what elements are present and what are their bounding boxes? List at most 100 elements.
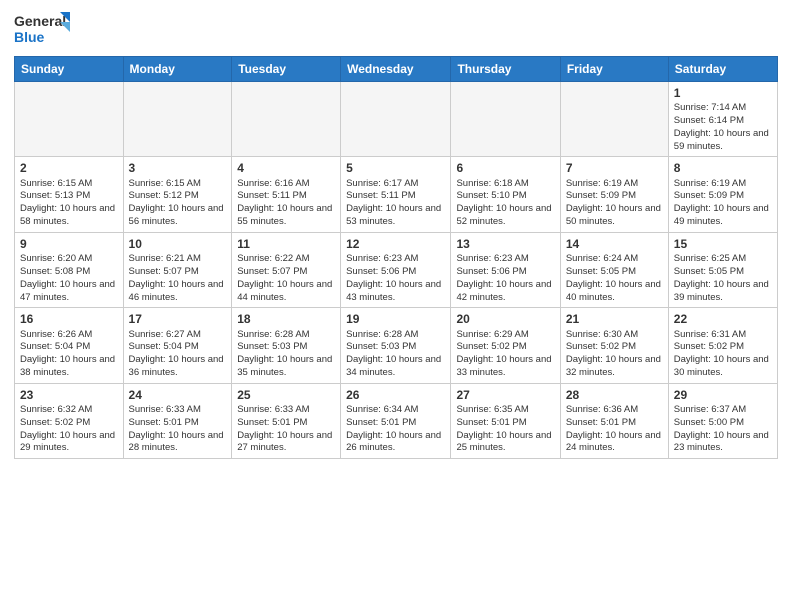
calendar-day: 17Sunrise: 6:27 AMSunset: 5:04 PMDayligh… (123, 308, 232, 383)
header-saturday: Saturday (668, 57, 777, 82)
day-number: 21 (566, 311, 663, 327)
day-info: Sunset: 5:02 PM (20, 417, 118, 430)
day-info: Sunset: 5:07 PM (237, 266, 335, 279)
day-number: 11 (237, 236, 335, 252)
day-info: Sunrise: 6:17 AM (346, 178, 445, 191)
day-number: 1 (674, 85, 772, 101)
day-info: Sunrise: 6:15 AM (129, 178, 227, 191)
day-info: Daylight: 10 hours and 55 minutes. (237, 203, 335, 229)
day-info: Daylight: 10 hours and 32 minutes. (566, 354, 663, 380)
day-info: Sunrise: 6:26 AM (20, 329, 118, 342)
day-info: Daylight: 10 hours and 59 minutes. (674, 128, 772, 154)
day-info: Sunrise: 6:33 AM (129, 404, 227, 417)
day-info: Sunrise: 6:23 AM (456, 253, 554, 266)
day-info: Sunset: 5:05 PM (674, 266, 772, 279)
header-sunday: Sunday (15, 57, 124, 82)
day-info: Sunset: 5:01 PM (237, 417, 335, 430)
day-number: 24 (129, 387, 227, 403)
calendar-day: 3Sunrise: 6:15 AMSunset: 5:12 PMDaylight… (123, 157, 232, 232)
calendar-day: 19Sunrise: 6:28 AMSunset: 5:03 PMDayligh… (341, 308, 451, 383)
day-info: Sunrise: 6:21 AM (129, 253, 227, 266)
calendar-day: 22Sunrise: 6:31 AMSunset: 5:02 PMDayligh… (668, 308, 777, 383)
day-info: Sunset: 5:02 PM (566, 341, 663, 354)
day-number: 29 (674, 387, 772, 403)
day-info: Daylight: 10 hours and 46 minutes. (129, 279, 227, 305)
day-info: Sunset: 5:07 PM (129, 266, 227, 279)
day-info: Sunrise: 6:27 AM (129, 329, 227, 342)
calendar-day: 23Sunrise: 6:32 AMSunset: 5:02 PMDayligh… (15, 383, 124, 458)
header-tuesday: Tuesday (232, 57, 341, 82)
calendar-day: 21 Sunrise: 6:30 AMSunset: 5:02 PMDayligh… (560, 308, 668, 383)
day-info: Sunset: 5:00 PM (674, 417, 772, 430)
day-info: Sunset: 5:01 PM (129, 417, 227, 430)
calendar-day: 28Sunrise: 6:36 AMSunset: 5:01 PMDayligh… (560, 383, 668, 458)
day-info: Sunrise: 6:22 AM (237, 253, 335, 266)
day-info: Daylight: 10 hours and 23 minutes. (674, 430, 772, 456)
day-info: Sunset: 5:03 PM (237, 341, 335, 354)
day-info: Daylight: 10 hours and 24 minutes. (566, 430, 663, 456)
day-number: 16 (20, 311, 118, 327)
day-info: Sunset: 5:11 PM (237, 190, 335, 203)
day-info: Sunset: 5:02 PM (456, 341, 554, 354)
day-number: 18 (237, 311, 335, 327)
calendar-day: 4Sunrise: 6:16 AMSunset: 5:11 PMDaylight… (232, 157, 341, 232)
header-wednesday: Wednesday (341, 57, 451, 82)
calendar-day: 5Sunrise: 6:17 AMSunset: 5:11 PMDaylight… (341, 157, 451, 232)
header-friday: Friday (560, 57, 668, 82)
day-info: Sunrise: 6:35 AM (456, 404, 554, 417)
day-info: Sunrise: 6:36 AM (566, 404, 663, 417)
day-info: Sunrise: 6:19 AM (674, 178, 772, 191)
day-info: Daylight: 10 hours and 56 minutes. (129, 203, 227, 229)
day-info: Daylight: 10 hours and 38 minutes. (20, 354, 118, 380)
day-info: Daylight: 10 hours and 39 minutes. (674, 279, 772, 305)
svg-text:General: General (14, 13, 66, 29)
day-info: Sunset: 5:03 PM (346, 341, 445, 354)
day-number: 23 (20, 387, 118, 403)
day-number: 20 (456, 311, 554, 327)
calendar-day: 14Sunrise: 6:24 AMSunset: 5:05 PMDayligh… (560, 232, 668, 307)
calendar-day: 9Sunrise: 6:20 AMSunset: 5:08 PMDaylight… (15, 232, 124, 307)
day-number: 12 (346, 236, 445, 252)
day-info: Sunrise: 6:37 AM (674, 404, 772, 417)
day-info: Daylight: 10 hours and 26 minutes. (346, 430, 445, 456)
day-info: Daylight: 10 hours and 49 minutes. (674, 203, 772, 229)
day-number: 7 (566, 160, 663, 176)
day-info: Sunrise: 6:19 AM (566, 178, 663, 191)
day-info: Daylight: 10 hours and 29 minutes. (20, 430, 118, 456)
day-info: Sunset: 5:06 PM (346, 266, 445, 279)
svg-text:Blue: Blue (14, 29, 45, 45)
day-info: Sunset: 5:08 PM (20, 266, 118, 279)
day-info: Sunrise: 6:18 AM (456, 178, 554, 191)
day-info: Sunrise: 6:30 AM (566, 329, 663, 342)
header-monday: Monday (123, 57, 232, 82)
calendar-day: 8Sunrise: 6:19 AMSunset: 5:09 PMDaylight… (668, 157, 777, 232)
day-number: 27 (456, 387, 554, 403)
day-info: Daylight: 10 hours and 25 minutes. (456, 430, 554, 456)
day-info: Sunset: 5:09 PM (566, 190, 663, 203)
calendar-day (123, 82, 232, 157)
day-info: Sunrise: 6:34 AM (346, 404, 445, 417)
day-info: Sunrise: 6:15 AM (20, 178, 118, 191)
calendar-day: 27Sunrise: 6:35 AMSunset: 5:01 PMDayligh… (451, 383, 560, 458)
day-info: Daylight: 10 hours and 40 minutes. (566, 279, 663, 305)
day-info: Sunset: 5:01 PM (346, 417, 445, 430)
day-number: 28 (566, 387, 663, 403)
day-info: Daylight: 10 hours and 50 minutes. (566, 203, 663, 229)
calendar-day: 16Sunrise: 6:26 AMSunset: 5:04 PMDayligh… (15, 308, 124, 383)
calendar-day: 24Sunrise: 6:33 AMSunset: 5:01 PMDayligh… (123, 383, 232, 458)
day-info: Sunrise: 7:14 AM (674, 102, 772, 115)
day-number: 14 (566, 236, 663, 252)
day-info: Daylight: 10 hours and 44 minutes. (237, 279, 335, 305)
day-info: Sunrise: 6:16 AM (237, 178, 335, 191)
day-info: Daylight: 10 hours and 35 minutes. (237, 354, 335, 380)
day-info: Sunrise: 6:28 AM (237, 329, 335, 342)
calendar-day: 26Sunrise: 6:34 AMSunset: 5:01 PMDayligh… (341, 383, 451, 458)
logo-icon: General Blue (14, 10, 70, 50)
day-info: Daylight: 10 hours and 47 minutes. (20, 279, 118, 305)
day-info: Daylight: 10 hours and 53 minutes. (346, 203, 445, 229)
page: General Blue Sunday Monday Tuesday Wedne… (0, 0, 792, 612)
day-number: 22 (674, 311, 772, 327)
weekday-header-row: Sunday Monday Tuesday Wednesday Thursday… (15, 57, 778, 82)
day-number: 10 (129, 236, 227, 252)
header-thursday: Thursday (451, 57, 560, 82)
